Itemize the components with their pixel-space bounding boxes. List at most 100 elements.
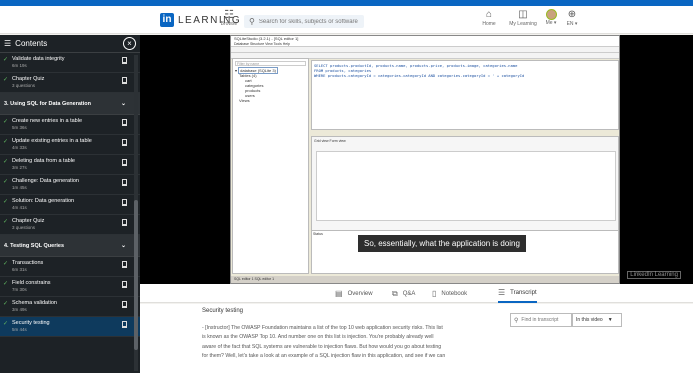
sidebar-item-duration: 4m 41s bbox=[12, 205, 27, 210]
browse-label: Browse bbox=[220, 21, 238, 27]
transcript-scope-select[interactable]: In this video ▼ bbox=[572, 313, 622, 327]
search-icon: ⚲ bbox=[249, 17, 255, 26]
sidebar-item-duration: 6m 19s bbox=[12, 63, 27, 68]
transcript-search[interactable]: ⚲ bbox=[510, 313, 574, 327]
sidebar-item-title: Validate data integrity bbox=[12, 56, 65, 62]
sidebar-item-duration: 5m 36s bbox=[12, 125, 27, 130]
bookmark-icon[interactable] bbox=[122, 199, 127, 206]
sidebar-item[interactable]: ✓ Chapter Quiz 3 questions bbox=[0, 73, 140, 93]
bookmark-icon[interactable] bbox=[122, 179, 127, 186]
video-caption: So, essentially, what the application is… bbox=[358, 235, 526, 252]
checkmark-icon: ✓ bbox=[3, 179, 9, 185]
sidebar-item-title: Field constrains bbox=[12, 280, 51, 286]
overview-icon: ▤ bbox=[335, 289, 343, 298]
book-icon: ◫ bbox=[518, 9, 528, 20]
sql-editor: SELECT products.productId, products.name… bbox=[311, 60, 619, 130]
search-icon: ⚲ bbox=[514, 317, 519, 324]
transcript-search-input[interactable] bbox=[521, 317, 574, 323]
sidebar-item-title: Chapter Quiz bbox=[12, 76, 45, 82]
sidebar-item[interactable]: ✓ Schema validation 3m 49s bbox=[0, 297, 140, 317]
sidebar-item-duration: 1m 45s bbox=[12, 185, 27, 190]
sidebar-item[interactable]: ✓ Security testing 5m 44s bbox=[0, 317, 140, 337]
tree-filter: Filter by name bbox=[235, 61, 306, 66]
tab-transcript[interactable]: ☰ Transcript bbox=[498, 284, 537, 303]
transcript-line[interactable]: for them? Well, let's take a look at an … bbox=[202, 352, 502, 361]
bookmark-icon[interactable] bbox=[122, 77, 127, 84]
sidebar-item[interactable]: ✓ Chapter Quiz 3 questions bbox=[0, 215, 140, 235]
sidebar-item[interactable]: ✓ Update existing entries in a table 4m 33… bbox=[0, 135, 140, 155]
sidebar-item-title: Chapter Quiz bbox=[12, 218, 45, 224]
sidebar-item[interactable]: ✓ Deleting data from a table 3m 27s bbox=[0, 155, 140, 175]
contents-title: Contents bbox=[15, 39, 48, 48]
bookmark-icon[interactable] bbox=[122, 301, 127, 308]
nav-language[interactable]: ⊕ EN ▾ bbox=[563, 9, 581, 27]
results-tabs: Grid view Form view bbox=[314, 139, 346, 143]
bookmark-icon[interactable] bbox=[122, 119, 127, 126]
section-title: 4. Testing SQL Queries bbox=[4, 242, 65, 249]
nav-home[interactable]: ⌂ Home bbox=[480, 9, 498, 27]
course-tabs: ▤ Overview ⧉ Q&A ▯ Notebook ☰ Transcript bbox=[140, 284, 693, 303]
list-icon: ☰ bbox=[4, 39, 12, 48]
checkmark-icon: ✓ bbox=[3, 159, 9, 165]
sidebar-item-duration: 3m 49s bbox=[12, 307, 27, 312]
sidebar-item[interactable]: ✓ Solution: Data generation 4m 41s bbox=[0, 195, 140, 215]
sidebar-item-duration: 3 questions bbox=[12, 83, 36, 88]
transcript-scope-label: In this video bbox=[576, 317, 603, 323]
sidebar-item-duration: 6m 31s bbox=[12, 267, 27, 272]
nav-home-label: Home bbox=[482, 21, 496, 27]
transcript-panel: Security testing - [Instructor] The OWAS… bbox=[140, 304, 693, 373]
linkedin-logo-icon: in bbox=[160, 13, 174, 27]
sidebar-item-duration: 5m 44s bbox=[12, 327, 27, 332]
grid-menu-icon: ☷ bbox=[224, 9, 234, 21]
transcript-body: - [Instructor] The OWASP Foundation main… bbox=[202, 324, 502, 361]
bookmark-icon[interactable] bbox=[122, 261, 127, 268]
nav-me-label: Me ▾ bbox=[545, 20, 557, 26]
tab-overview-label: Overview bbox=[347, 290, 373, 297]
tab-overview[interactable]: ▤ Overview bbox=[335, 284, 373, 303]
transcript-line[interactable]: is known as the OWASP Top 10. And number… bbox=[202, 333, 502, 342]
search-input[interactable] bbox=[258, 18, 359, 25]
browse-button[interactable]: ☷ Browse bbox=[218, 9, 240, 27]
sidebar-item[interactable]: ✓ Challenge: Data generation 1m 45s bbox=[0, 175, 140, 195]
bookmark-icon[interactable] bbox=[122, 281, 127, 288]
close-sidebar-button[interactable]: × bbox=[123, 37, 136, 50]
sidebar-item-title: Create new entries in a table bbox=[12, 118, 83, 124]
transcript-icon: ☰ bbox=[498, 288, 506, 297]
tab-notebook[interactable]: ▯ Notebook bbox=[432, 284, 467, 303]
sql-line-3: WHERE products.categoryId = categories.c… bbox=[314, 73, 525, 78]
nav-my-learning[interactable]: ◫ My Learning bbox=[507, 9, 539, 27]
results-grid bbox=[316, 151, 616, 221]
sidebar-item-duration: 4m 33s bbox=[12, 145, 27, 150]
sidebar-item-duration: 3m 27s bbox=[12, 165, 27, 170]
sidebar-scrollbar-thumb[interactable] bbox=[134, 200, 138, 350]
bookmark-icon[interactable] bbox=[122, 219, 127, 226]
sidebar-section-header[interactable]: 3. Using SQL for Data Generation ⌄ bbox=[0, 93, 140, 115]
editor-tab-bar: SQL editor 1 SQL editor 1 bbox=[231, 276, 619, 283]
tab-qa[interactable]: ⧉ Q&A bbox=[392, 284, 415, 303]
sidebar-item[interactable]: ✓ Transactions 6m 31s bbox=[0, 257, 140, 277]
chevron-down-icon: ▼ bbox=[607, 317, 613, 323]
tree-views-node: Views bbox=[239, 98, 250, 103]
sidebar-item[interactable]: ✓ Validate data integrity 6m 19s bbox=[0, 53, 140, 73]
notebook-icon: ▯ bbox=[432, 289, 437, 298]
bookmark-icon[interactable] bbox=[122, 321, 127, 328]
sidebar-item-duration: 3 questions bbox=[12, 225, 36, 230]
contents-sidebar: ☰ Contents × ✓ Validate data integrity 6m … bbox=[0, 35, 140, 373]
transcript-line[interactable]: aware of the fact that SQL systems are v… bbox=[202, 343, 502, 352]
sidebar-item[interactable]: ✓ Create new entries in a table 5m 36s bbox=[0, 115, 140, 135]
bookmark-icon[interactable] bbox=[122, 139, 127, 146]
search-bar[interactable]: ⚲ bbox=[244, 15, 364, 28]
sidebar-item-title: Update existing entries in a table bbox=[12, 138, 92, 144]
globe-icon: ⊕ bbox=[567, 9, 577, 20]
bookmark-icon[interactable] bbox=[122, 159, 127, 166]
nav-me[interactable]: Me ▾ bbox=[542, 9, 560, 26]
checkmark-icon: ✓ bbox=[3, 219, 9, 225]
sidebar-section-header[interactable]: 4. Testing SQL Queries ⌄ bbox=[0, 235, 140, 257]
sidebar-item[interactable]: ✓ Field constrains 7m 30s bbox=[0, 277, 140, 297]
sidebar-item-title: Challenge: Data generation bbox=[12, 178, 79, 184]
transcript-title: Security testing bbox=[202, 308, 244, 314]
bookmark-icon[interactable] bbox=[122, 57, 127, 64]
sidebar-item-title: Deleting data from a table bbox=[12, 158, 75, 164]
transcript-line[interactable]: - [Instructor] The OWASP Foundation main… bbox=[202, 324, 502, 333]
video-player[interactable]: SQLiteStudio (3.2.1) - [SQL editor 1] Da… bbox=[140, 35, 693, 284]
